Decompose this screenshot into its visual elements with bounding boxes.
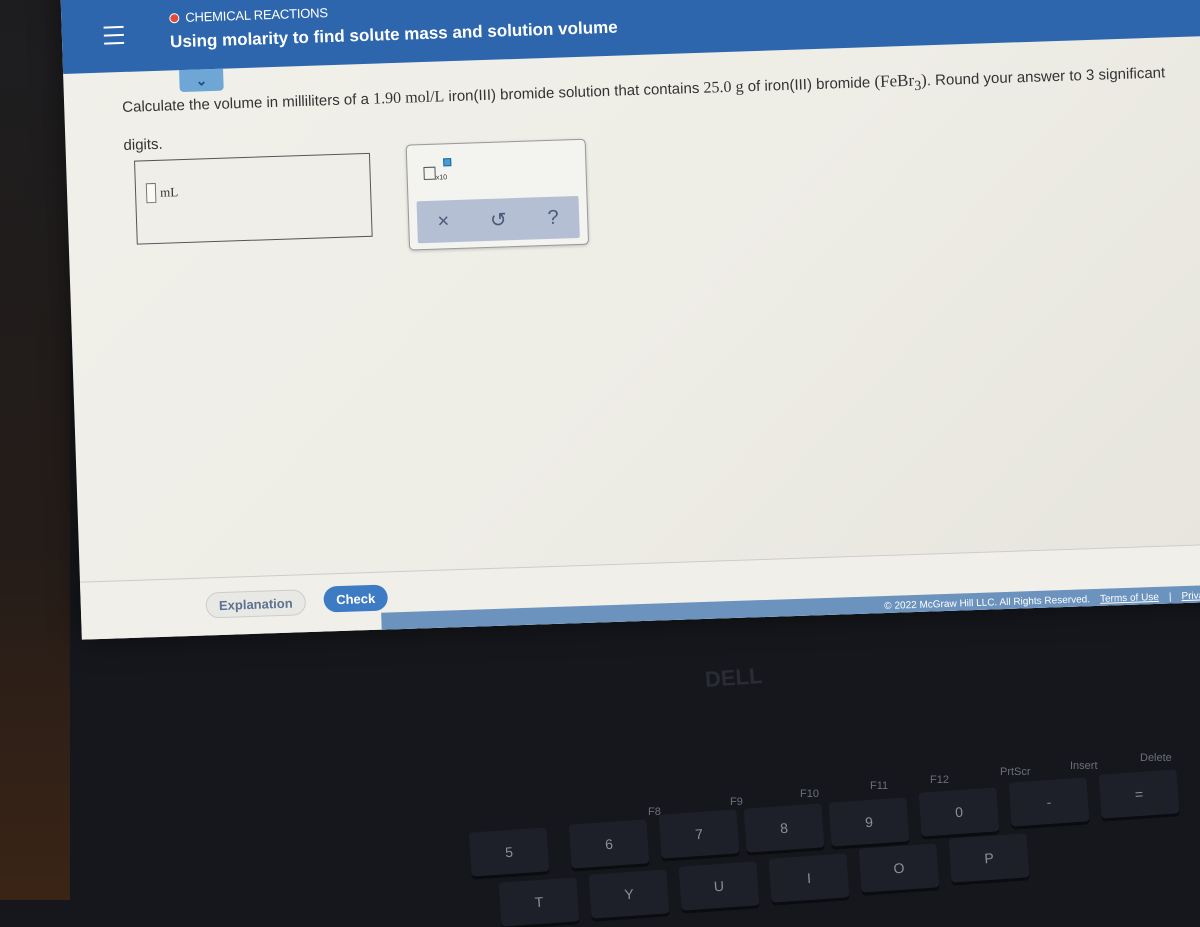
question-part: Calculate the volume in milliliters of a — [121, 90, 374, 117]
separator: | — [1168, 590, 1172, 603]
photos-icon[interactable] — [1017, 615, 1041, 639]
terms-link[interactable]: Terms of Use — [1100, 591, 1159, 604]
file-explorer-icon[interactable] — [765, 624, 789, 640]
search-icon[interactable]: ⚲ — [556, 631, 579, 639]
answer-unit: mL — [159, 184, 179, 200]
check-button[interactable]: Check — [323, 584, 389, 613]
key[interactable]: Y — [588, 869, 670, 919]
mail-icon[interactable]: ✉ — [849, 621, 873, 640]
key[interactable]: U — [678, 861, 760, 911]
key[interactable]: = — [1098, 769, 1180, 819]
formula-base: FeBr — [879, 70, 915, 91]
dell-logo: DELL — [704, 663, 764, 692]
key[interactable]: 6 — [568, 819, 650, 869]
answer-input[interactable] — [145, 182, 157, 204]
widgets-icon[interactable] — [639, 628, 663, 640]
key[interactable]: P — [948, 833, 1030, 883]
chemical-formula: (FeBr3) — [874, 70, 927, 94]
edge-icon[interactable]: e — [723, 625, 747, 640]
clear-button[interactable]: × — [431, 209, 456, 235]
key[interactable]: 8 — [743, 803, 825, 853]
fn-key-label: F9 — [730, 796, 743, 808]
copyright-bar: © 2022 McGraw Hill LLC. All Rights Reser… — [381, 583, 1200, 633]
mass-value: 25.0 — [703, 78, 732, 97]
fn-key-label: Delete — [1140, 752, 1172, 764]
laptop-bezel — [0, 0, 70, 900]
privacy-link[interactable]: Privacy Center — [1181, 588, 1200, 601]
question-text: Calculate the volume in milliliters of a… — [122, 55, 1184, 163]
molarity-value: 1.90 — [372, 89, 402, 108]
help-button[interactable]: ? — [541, 205, 565, 231]
key[interactable]: 7 — [658, 809, 740, 859]
question-part: iron(III) bromide solution that contains — [444, 79, 704, 106]
tool-actions: × ↺ ? — [416, 195, 580, 244]
question-part: of iron(III) bromide — [743, 74, 875, 96]
status-dot-icon — [169, 12, 180, 23]
fn-key-label: F10 — [800, 788, 819, 800]
scientific-notation-button[interactable] — [423, 166, 436, 181]
key[interactable]: I — [768, 853, 850, 903]
key[interactable]: O — [858, 843, 940, 893]
windows-start-icon[interactable]: ▦ — [513, 632, 537, 640]
fn-key-label: F11 — [870, 780, 889, 792]
breadcrumb-label: CHEMICAL REACTIONS — [185, 5, 329, 25]
fn-key-label: F12 — [930, 774, 949, 786]
word-icon[interactable]: W — [975, 617, 999, 640]
task-view-icon[interactable] — [597, 629, 621, 640]
menu-icon[interactable] — [103, 25, 125, 45]
key[interactable]: 5 — [468, 827, 550, 877]
action-footer: Explanation Check © 2022 McGraw Hill LLC… — [79, 542, 1200, 640]
key[interactable]: - — [1008, 777, 1090, 827]
browser-screen: CHEMICAL REACTIONS Using molarity to fin… — [60, 0, 1200, 640]
answer-area: mL — [134, 152, 373, 245]
fn-key-label: Insert — [1070, 760, 1098, 772]
undo-button[interactable]: ↺ — [484, 206, 514, 234]
microsoft-store-icon[interactable] — [807, 622, 831, 640]
sci-notation-label: x10 — [435, 174, 448, 182]
fn-key-label: F8 — [648, 806, 661, 818]
key[interactable]: 0 — [918, 787, 1000, 837]
breadcrumb: CHEMICAL REACTIONS — [169, 5, 328, 25]
math-tool-panel: x10 × ↺ ? — [405, 138, 590, 251]
exponent-box-icon — [443, 158, 452, 167]
key[interactable]: 9 — [828, 797, 910, 847]
key[interactable]: T — [498, 877, 580, 927]
copyright-text: © 2022 McGraw Hill LLC. All Rights Reser… — [884, 593, 1091, 612]
chevron-up-icon[interactable]: ⌃ — [1176, 613, 1188, 630]
powerpoint-icon[interactable]: P — [933, 618, 957, 640]
explanation-button[interactable]: Explanation — [205, 589, 307, 619]
office-icon[interactable] — [891, 620, 915, 640]
teams-chat-icon[interactable] — [681, 627, 705, 640]
molarity-unit: mol/L — [404, 88, 445, 107]
fn-key-label: PrtScr — [1000, 766, 1031, 778]
